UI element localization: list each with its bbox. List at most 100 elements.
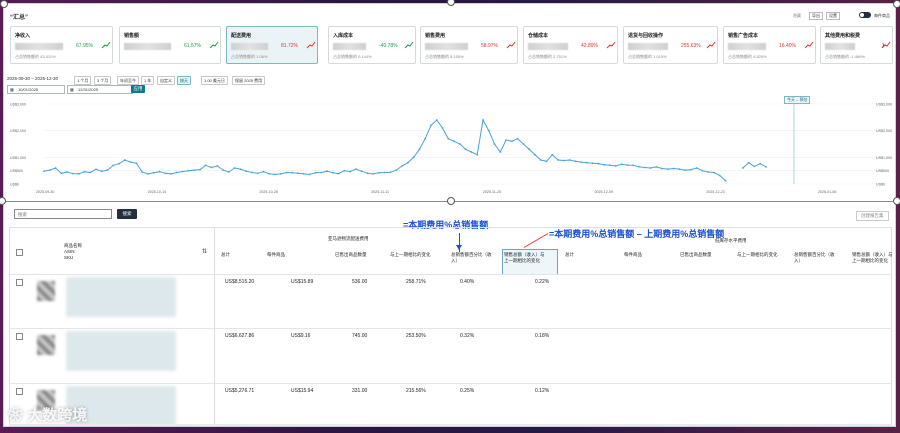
column-header[interactable]: 销售总额（收入）与上一期相比的变化	[852, 252, 894, 264]
data-point[interactable]	[141, 171, 144, 173]
data-point[interactable]	[643, 166, 646, 169]
column-header[interactable]: 与上一期相比的变化	[390, 252, 432, 258]
data-point[interactable]	[66, 171, 68, 173]
data-point[interactable]	[210, 166, 213, 169]
data-point[interactable]	[516, 137, 519, 140]
data-point[interactable]	[724, 179, 727, 182]
search-button[interactable]: 搜索	[117, 209, 137, 219]
data-point[interactable]	[170, 173, 173, 175]
settings-button[interactable]: 设置	[826, 12, 840, 20]
data-point[interactable]	[326, 170, 328, 173]
data-point[interactable]	[216, 165, 219, 167]
data-point[interactable]	[701, 169, 704, 172]
range-chip[interactable]: 1 个月	[74, 76, 92, 85]
data-point[interactable]	[412, 156, 415, 159]
data-point[interactable]	[453, 140, 455, 143]
data-point[interactable]	[135, 162, 138, 165]
data-point[interactable]	[227, 171, 230, 173]
column-header[interactable]: 总计	[221, 252, 263, 258]
data-point[interactable]	[672, 167, 675, 170]
column-header[interactable]: 销售总额（收入）与上一期相比的变化	[504, 252, 548, 264]
resize-handle-right[interactable]	[893, 197, 900, 205]
per-item-toggle[interactable]	[859, 12, 871, 18]
data-point[interactable]	[586, 161, 588, 164]
data-point[interactable]	[118, 162, 120, 165]
data-point[interactable]	[528, 148, 531, 151]
data-point[interactable]	[614, 165, 617, 167]
data-point[interactable]	[204, 164, 207, 167]
data-point[interactable]	[435, 119, 438, 121]
data-point[interactable]	[291, 171, 294, 174]
chevron-right-icon[interactable]: ›	[882, 40, 885, 49]
data-point[interactable]	[349, 170, 351, 173]
data-point[interactable]	[655, 166, 658, 168]
data-point[interactable]	[678, 168, 681, 170]
data-point[interactable]	[430, 124, 432, 127]
data-point[interactable]	[568, 159, 571, 161]
data-point[interactable]	[60, 172, 63, 175]
data-point[interactable]	[424, 137, 427, 140]
data-point[interactable]	[106, 169, 109, 171]
data-point[interactable]	[285, 171, 288, 174]
data-point[interactable]	[395, 169, 398, 171]
data-point[interactable]	[175, 171, 178, 174]
data-point[interactable]	[407, 161, 409, 164]
data-point[interactable]	[152, 171, 155, 174]
column-header[interactable]: 总销售额百分比（收入）	[794, 252, 836, 264]
data-point[interactable]	[505, 139, 507, 141]
data-point[interactable]	[256, 172, 259, 175]
data-point[interactable]	[747, 161, 750, 164]
data-point[interactable]	[274, 173, 276, 176]
data-point[interactable]	[366, 172, 369, 175]
data-point[interactable]	[695, 167, 698, 169]
summary-card[interactable]: 入库成本 -40.78% 占总销售额的 0.144%	[328, 26, 416, 64]
range-chip[interactable]: 保留 2025 费用	[232, 76, 266, 85]
data-point[interactable]	[112, 164, 115, 167]
range-chip[interactable]: 1 年	[141, 76, 155, 85]
data-point[interactable]	[383, 171, 386, 174]
data-point[interactable]	[626, 164, 629, 166]
data-point[interactable]	[187, 169, 190, 172]
column-header[interactable]: 每件商品	[624, 252, 666, 258]
data-point[interactable]	[129, 161, 132, 163]
data-point[interactable]	[557, 159, 559, 161]
range-chip[interactable]: 自定义	[157, 76, 175, 85]
range-chip[interactable]: 1.00 美元日	[201, 76, 228, 85]
data-point[interactable]	[337, 172, 340, 175]
row-checkbox[interactable]	[16, 333, 23, 340]
data-point[interactable]	[95, 168, 97, 171]
data-point[interactable]	[297, 172, 299, 175]
create-report-button[interactable]: 创建报告集	[856, 211, 889, 221]
data-point[interactable]	[83, 170, 86, 173]
summary-card[interactable]: 净收入 67.95% 占总销售额的 43.411%	[10, 26, 113, 64]
data-point[interactable]	[72, 172, 74, 175]
data-point[interactable]	[43, 170, 45, 173]
data-point[interactable]	[303, 173, 305, 175]
data-point[interactable]	[464, 148, 467, 151]
row-checkbox[interactable]	[16, 279, 23, 286]
column-header[interactable]: 与上一期相比的变化	[737, 252, 779, 258]
resize-handle-center[interactable]	[447, 197, 455, 205]
data-point[interactable]	[476, 153, 479, 156]
data-point[interactable]	[666, 168, 669, 170]
data-point[interactable]	[233, 167, 236, 169]
sort-icon[interactable]: ⇅	[202, 248, 207, 255]
export-button[interactable]: 导出	[809, 12, 823, 20]
data-point[interactable]	[158, 170, 161, 173]
summary-card[interactable]: 销售费用 58.97% 占总销售额的 8.155%	[420, 26, 518, 64]
data-point[interactable]	[459, 143, 461, 145]
data-point[interactable]	[262, 170, 265, 173]
data-point[interactable]	[48, 169, 51, 171]
data-point[interactable]	[343, 169, 346, 172]
data-point[interactable]	[597, 162, 600, 165]
data-point[interactable]	[308, 173, 311, 176]
data-point[interactable]	[401, 165, 403, 167]
data-point[interactable]	[482, 119, 484, 121]
column-header[interactable]: 总计	[565, 252, 607, 258]
data-point[interactable]	[181, 170, 184, 173]
data-point[interactable]	[562, 159, 565, 162]
data-point[interactable]	[499, 151, 502, 153]
data-point[interactable]	[759, 162, 762, 165]
summary-card[interactable]: 配送费用 81.72% 占总销售额的 1.08%	[226, 26, 318, 64]
data-point[interactable]	[661, 167, 663, 170]
